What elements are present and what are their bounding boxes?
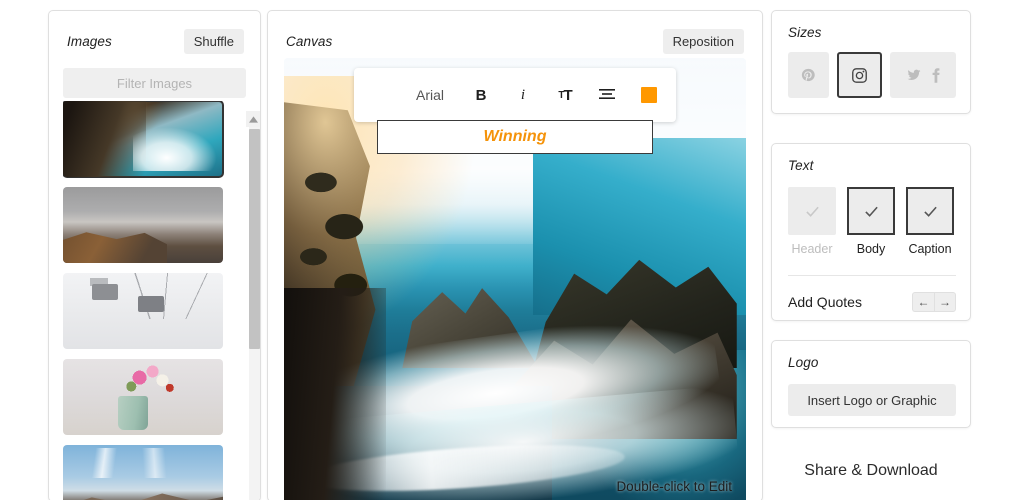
shuffle-button[interactable]: Shuffle <box>183 29 244 54</box>
italic-button[interactable]: i <box>512 84 534 106</box>
insert-logo-button[interactable]: Insert Logo or Graphic <box>788 384 956 416</box>
canvas-stage[interactable]: Double-click to Edit Arial B i TT Winnin… <box>284 58 746 500</box>
text-option-caption[interactable]: Caption <box>906 187 954 256</box>
text-color-button[interactable] <box>638 84 660 106</box>
text-option-header-box[interactable] <box>788 187 836 235</box>
text-panel-divider <box>788 275 956 276</box>
sizes-panel: Sizes <box>771 10 971 114</box>
text-option-header[interactable]: Header <box>788 187 836 256</box>
align-center-icon <box>599 89 615 99</box>
next-quote-button[interactable]: → <box>934 292 956 312</box>
images-column: Images Shuffle Filter Images <box>48 10 261 500</box>
image-thumbnail-list[interactable] <box>63 101 250 500</box>
text-option-caption-label: Caption <box>908 242 952 256</box>
caret-up-icon <box>248 115 258 123</box>
logo-panel: Logo Insert Logo or Graphic <box>771 340 971 428</box>
image-list-scrollbar-thumb[interactable] <box>249 129 260 349</box>
text-option-body-label: Body <box>856 242 886 256</box>
image-thumbnail-desert-mesa-blue-sky[interactable] <box>63 445 223 500</box>
quotes-arrows: ← → <box>912 292 956 312</box>
image-thumbnail-coastal-cove-sunbeam[interactable] <box>63 101 224 178</box>
size-option-twitter-facebook[interactable] <box>889 52 956 98</box>
check-icon <box>864 206 878 217</box>
double-click-to-edit-hint: Double-click to Edit <box>616 479 732 494</box>
instagram-icon <box>851 67 867 83</box>
image-thumbnail-flowers-in-vase[interactable] <box>63 359 223 435</box>
canvas-text-value: Winning <box>483 128 547 145</box>
canvas-panel-title: Canvas <box>286 34 333 49</box>
canvas-panel-header: Canvas Reposition <box>268 11 762 54</box>
image-thumbnail-snowy-mountain-ridge[interactable] <box>63 187 223 263</box>
size-option-instagram[interactable] <box>836 52 882 98</box>
image-thumbnail-ski-lift-in-fog[interactable] <box>63 273 223 349</box>
check-icon <box>805 206 819 217</box>
size-option-pinterest[interactable] <box>788 52 829 98</box>
color-swatch-icon <box>641 87 657 103</box>
text-align-button[interactable] <box>596 84 618 106</box>
scroll-up-button[interactable] <box>246 111 260 127</box>
controls-column: Sizes Text Header Body Caption Add Quote… <box>771 10 971 500</box>
previous-quote-button[interactable]: ← <box>912 292 934 312</box>
reposition-button[interactable]: Reposition <box>662 29 744 54</box>
text-option-body-box[interactable] <box>847 187 895 235</box>
twitter-icon <box>907 69 921 81</box>
font-size-button[interactable]: TT <box>554 84 576 106</box>
image-editor-app: Images Shuffle Filter Images Canvas Repo… <box>0 0 1024 500</box>
font-name-selector[interactable]: Arial <box>416 87 444 103</box>
images-panel-title: Images <box>67 34 112 49</box>
text-option-caption-box[interactable] <box>906 187 954 235</box>
add-quotes-row: Add Quotes ← → <box>788 292 956 312</box>
canvas-column: Canvas Reposition Double-click to Edit A… <box>267 10 763 500</box>
font-size-large-t: T <box>563 86 572 104</box>
share-and-download-button[interactable]: Share & Download <box>771 462 971 480</box>
check-icon <box>923 206 937 217</box>
text-panel-title: Text <box>788 158 814 173</box>
text-options-row: Header Body Caption <box>788 187 956 256</box>
bold-button[interactable]: B <box>470 84 492 106</box>
sizes-panel-title: Sizes <box>788 25 822 40</box>
add-quotes-label: Add Quotes <box>788 294 862 310</box>
facebook-icon <box>932 67 940 83</box>
filter-images-input[interactable]: Filter Images <box>63 68 246 98</box>
text-format-toolbar[interactable]: Arial B i TT <box>354 68 676 122</box>
text-option-header-label: Header <box>791 242 833 256</box>
sizes-options-row <box>788 52 956 98</box>
text-option-body[interactable]: Body <box>847 187 895 256</box>
pinterest-icon <box>802 68 816 82</box>
photo-dark-left-vignette <box>284 288 386 500</box>
canvas-text-field[interactable]: Winning <box>377 120 653 154</box>
images-panel: Images Shuffle Filter Images <box>48 10 261 500</box>
images-panel-header: Images Shuffle <box>49 11 260 54</box>
text-panel: Text Header Body Caption Add Quotes ← → <box>771 143 971 321</box>
canvas-panel: Canvas Reposition Double-click to Edit A… <box>267 10 763 500</box>
logo-panel-title: Logo <box>788 355 819 370</box>
